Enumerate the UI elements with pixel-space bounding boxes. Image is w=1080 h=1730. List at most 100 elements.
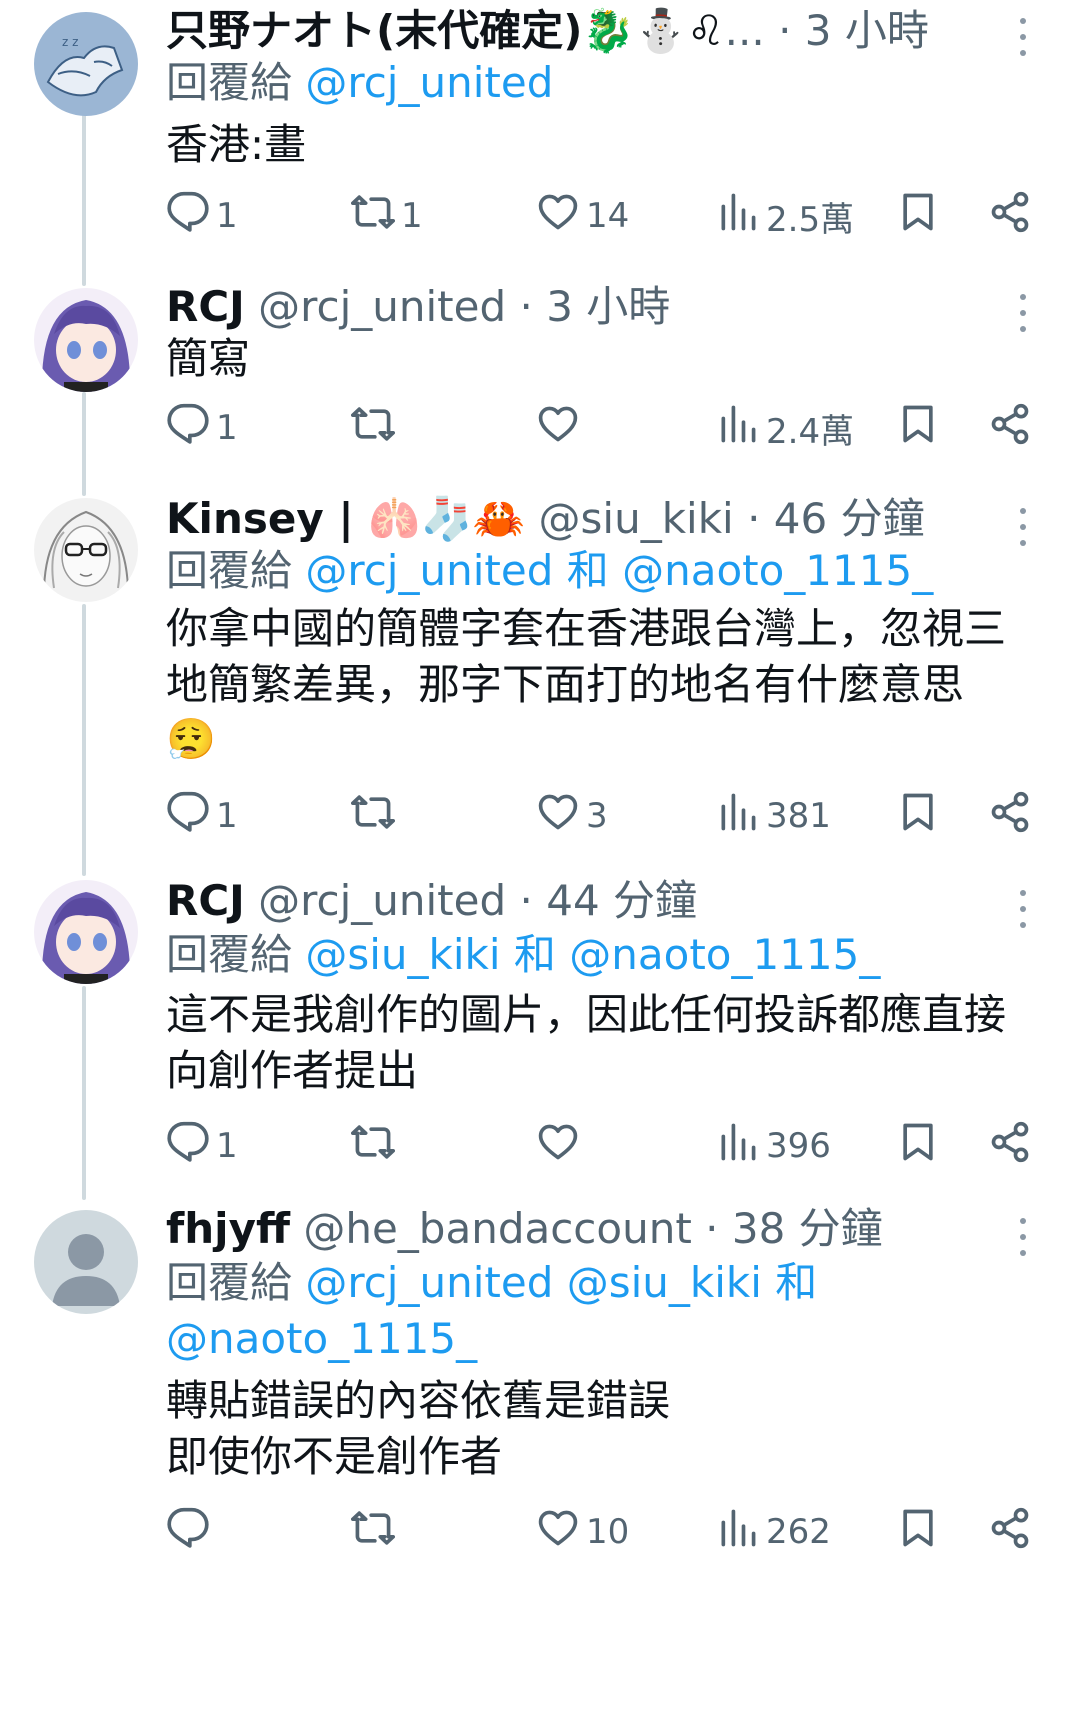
handle[interactable]: @siu_kiki: [539, 494, 734, 543]
views-button[interactable]: 396: [716, 1116, 831, 1176]
view-count: 396: [766, 1126, 831, 1166]
mention-link[interactable]: @rcj_united: [305, 58, 553, 107]
share-button[interactable]: [988, 1502, 1032, 1562]
views-button[interactable]: 262: [716, 1502, 831, 1562]
views-icon: [716, 1506, 760, 1559]
bookmark-button[interactable]: [896, 398, 940, 458]
tweet-text: 這不是我創作的圖片，因此任何投訴都應直接: [166, 990, 1007, 1039]
more-icon[interactable]: [1010, 14, 1034, 60]
handle[interactable]: @rcj_united: [258, 876, 506, 925]
reply-to-line: 回覆給 @rcj_united @siu_kiki 和: [166, 1258, 817, 1308]
action-bar: 1 3 381: [166, 786, 1046, 846]
views-button[interactable]: 2.5萬: [716, 186, 854, 246]
mention-link[interactable]: @naoto_1115_: [166, 1314, 477, 1364]
like-button[interactable]: 14: [536, 186, 629, 246]
and-word: 和: [513, 930, 556, 979]
reply-count: 1: [216, 196, 238, 236]
retweet-icon: [351, 1506, 395, 1559]
purple-hair-anime-avatar[interactable]: [34, 288, 138, 392]
like-button[interactable]: 10: [536, 1502, 629, 1562]
reply-button[interactable]: 1: [166, 1116, 238, 1176]
timestamp[interactable]: 38 分鐘: [732, 1204, 883, 1253]
purple-hair-anime-avatar[interactable]: [34, 880, 138, 984]
reply-button[interactable]: [166, 1502, 216, 1562]
retweet-button[interactable]: [351, 398, 401, 458]
bookmark-button[interactable]: [896, 1502, 940, 1562]
tweet-text: 地簡繁差異，那字下面打的地名有什麼意思: [166, 660, 965, 709]
bookmark-icon: [896, 790, 940, 843]
reply-icon: [166, 190, 210, 243]
share-button[interactable]: [988, 1116, 1032, 1176]
tweet-text: 香港:畫: [166, 120, 307, 169]
retweet-button[interactable]: [351, 1502, 401, 1562]
like-count: 14: [586, 196, 630, 236]
share-button[interactable]: [988, 398, 1032, 458]
display-name[interactable]: fhjyff: [166, 1204, 290, 1253]
retweet-button[interactable]: 1: [351, 186, 423, 246]
timestamp[interactable]: 46 分鐘: [774, 494, 925, 543]
display-name[interactable]: Kinsey | 🫁🧦🦀: [166, 494, 525, 543]
mention-link[interactable]: @naoto_1115_: [569, 930, 880, 979]
action-bar: 1 2.4萬: [166, 398, 1046, 458]
mention-link[interactable]: @naoto_1115_: [622, 546, 933, 595]
views-icon: [716, 190, 760, 243]
reply-prefix: 回覆給: [166, 1258, 293, 1307]
reply-to-line: 回覆給 @rcj_united 和 @naoto_1115_: [166, 546, 933, 596]
like-button[interactable]: [536, 1116, 586, 1176]
thread-line: [82, 986, 86, 1200]
share-button[interactable]: [988, 186, 1032, 246]
mention-link[interactable]: @rcj_united: [305, 546, 553, 595]
bookmark-button[interactable]: [896, 786, 940, 846]
share-button[interactable]: [988, 786, 1032, 846]
display-name[interactable]: 只野ナオト(末代確定)🐉⛄♌: [166, 6, 725, 55]
more-icon[interactable]: [1010, 504, 1034, 550]
views-button[interactable]: 2.4萬: [716, 398, 854, 458]
and-word: 和: [775, 1258, 818, 1307]
handle[interactable]: @he_bandaccount: [303, 1204, 691, 1253]
bookmark-button[interactable]: [896, 186, 940, 246]
tweet-text: 簡寫: [166, 334, 251, 383]
retweet-count: 1: [401, 196, 423, 236]
views-icon: [716, 790, 760, 843]
tweet-text: 轉貼錯誤的內容依舊是錯誤: [166, 1376, 671, 1425]
default-profile-avatar[interactable]: [34, 1210, 138, 1314]
separator: ·: [705, 1204, 719, 1253]
timestamp[interactable]: 3 小時: [805, 6, 929, 55]
retweet-button[interactable]: [351, 1116, 401, 1176]
sighing-face-emoji: 😮‍💨: [166, 717, 216, 763]
separator: ·: [519, 282, 533, 331]
more-icon[interactable]: [1010, 1214, 1034, 1260]
more-icon[interactable]: [1010, 290, 1034, 336]
timestamp[interactable]: 44 分鐘: [546, 876, 697, 925]
handle[interactable]: @rcj_united: [258, 282, 506, 331]
like-count: 3: [586, 796, 608, 836]
mention-link[interactable]: @siu_kiki: [567, 1258, 762, 1307]
mention-link[interactable]: @rcj_united: [305, 1258, 553, 1307]
mention-link[interactable]: @siu_kiki: [305, 930, 500, 979]
reply-icon: [166, 1506, 210, 1559]
like-button[interactable]: 3: [536, 786, 608, 846]
share-icon: [988, 790, 1032, 843]
more-icon[interactable]: [1010, 886, 1034, 932]
bookmark-button[interactable]: [896, 1116, 940, 1176]
wolf-sketch-avatar[interactable]: z z: [34, 12, 138, 116]
reply-button[interactable]: 1: [166, 186, 238, 246]
timestamp[interactable]: 3 小時: [546, 282, 670, 331]
reply-to-line: 回覆給 @rcj_united: [166, 58, 553, 108]
reply-button[interactable]: 1: [166, 398, 238, 458]
retweet-button[interactable]: [351, 786, 401, 846]
share-icon: [988, 402, 1032, 455]
reply-to-line: 回覆給 @siu_kiki 和 @naoto_1115_: [166, 930, 880, 980]
like-button[interactable]: [536, 398, 586, 458]
views-button[interactable]: 381: [716, 786, 831, 846]
share-icon: [988, 1120, 1032, 1173]
reply-icon: [166, 1120, 210, 1173]
tweet-header: RCJ @rcj_united · 3 小時: [166, 282, 670, 332]
sketch-girl-glasses-avatar[interactable]: [34, 498, 138, 602]
separator: ·: [747, 494, 761, 543]
tweet-header: RCJ @rcj_united · 44 分鐘: [166, 876, 697, 926]
retweet-icon: [351, 790, 395, 843]
display-name[interactable]: RCJ: [166, 876, 245, 925]
reply-button[interactable]: 1: [166, 786, 238, 846]
display-name[interactable]: RCJ: [166, 282, 245, 331]
